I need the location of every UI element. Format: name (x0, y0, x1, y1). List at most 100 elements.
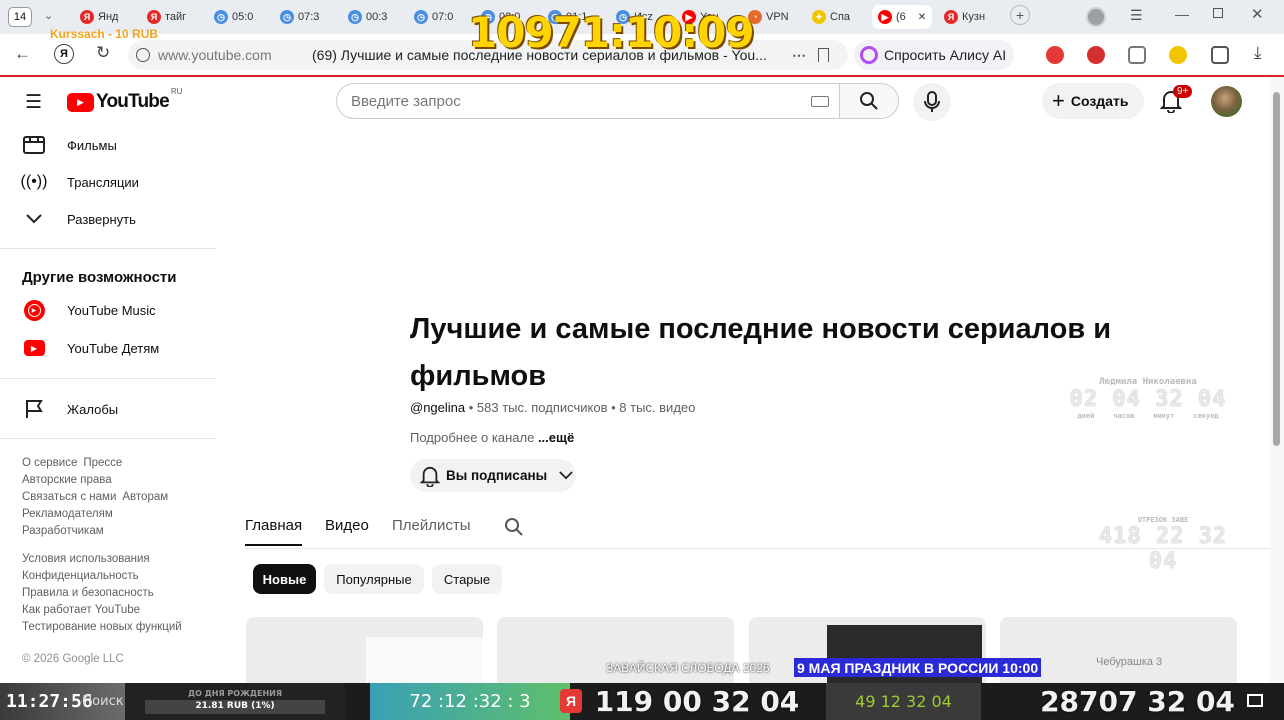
guide-menu-icon[interactable]: ☰ (25, 91, 42, 114)
create-button[interactable]: + Создать (1042, 83, 1144, 119)
sidebar-divider (0, 378, 216, 379)
tab-label: 07:3 (298, 11, 320, 23)
sidebar-item-expand[interactable]: Развернуть (0, 201, 216, 237)
voice-search-button[interactable] (913, 83, 951, 121)
search-button[interactable] (839, 83, 899, 119)
youtube-logo[interactable]: ▶ YouTube RU (67, 87, 182, 113)
collections-icon[interactable] (1128, 46, 1146, 64)
channel-search-icon[interactable] (504, 517, 524, 537)
sidebar-item-reports[interactable]: Жалобы (0, 391, 216, 427)
footer-link[interactable]: Связаться с нами (22, 491, 116, 503)
search-placeholder: Введите запрос (351, 92, 461, 110)
ask-alice-button[interactable]: Спросить Алису AI (854, 40, 1014, 70)
profile-avatar-icon[interactable] (1086, 7, 1106, 27)
thumbnail-preview (366, 637, 483, 687)
site-info-icon[interactable] (136, 48, 150, 62)
browser-tab[interactable]: ◔ VPN (748, 5, 789, 29)
abp-extension-icon[interactable] (1087, 46, 1105, 64)
channel-description[interactable]: Подробнее о канале ...ещё (410, 430, 574, 445)
footer-link[interactable]: Правила и безопасность (22, 587, 154, 599)
tab-favicon-icon: Я (80, 10, 94, 24)
sidebar-divider (0, 248, 216, 249)
tab-favicon-icon: ◷ (348, 10, 362, 24)
footer-link[interactable]: Авторские права (22, 474, 112, 486)
back-icon[interactable]: ← (14, 44, 31, 64)
footer-link[interactable]: Авторам (122, 491, 168, 503)
footer-link[interactable]: Конфиденциальность (22, 570, 139, 582)
footer-link[interactable]: Прессе (83, 457, 122, 469)
tab-playlists[interactable]: Плейлисты (392, 517, 471, 534)
countdown-bar-3: 49 12 32 04 (826, 683, 981, 720)
footer-link[interactable]: Тестирование новых функций (22, 621, 182, 633)
close-tab-icon[interactable]: ✕ (918, 12, 926, 23)
chip-oldest[interactable]: Старые (432, 564, 502, 594)
browser-tab[interactable]: ◷ 07:0 (414, 5, 453, 29)
tab-home[interactable]: Главная (245, 517, 303, 546)
sidebar-item-films[interactable]: Фильмы (0, 127, 216, 163)
video-thumbnail[interactable] (497, 617, 734, 687)
video-thumbnail[interactable] (246, 617, 483, 687)
yandex-taskbar-icon[interactable]: Я (560, 689, 582, 713)
footer-link[interactable]: Рекламодателям (22, 508, 113, 520)
new-tab-button[interactable]: + (1010, 5, 1030, 25)
more-icon[interactable]: ⋯ (792, 47, 806, 64)
yandex-home-icon[interactable]: Я (54, 44, 74, 64)
keyboard-icon[interactable] (811, 96, 829, 107)
tab-label: VPN (766, 11, 789, 23)
chip-popular[interactable]: Популярные (324, 564, 424, 594)
bookmark-icon[interactable] (818, 48, 829, 62)
restore-icon[interactable] (1213, 8, 1223, 18)
tab-count-button[interactable]: 14 (8, 7, 32, 27)
browser-tab[interactable]: ✦ Спа (812, 5, 850, 29)
notification-center-icon[interactable] (1247, 694, 1263, 707)
notifications-button[interactable]: 9+ (1159, 85, 1193, 118)
notifications-badge: 9+ (1173, 85, 1193, 98)
youtube-logo-text: YouTube (96, 91, 170, 112)
countdown-bar-1: 72 :12 :32 : 3 (370, 683, 570, 720)
footer-link[interactable]: Условия использования (22, 553, 150, 565)
tab-favicon-icon: ▶ (878, 10, 892, 24)
tab-videos[interactable]: Видео (325, 517, 369, 534)
youtube-music-icon: ▶ (22, 298, 46, 322)
sidebar-item-label: Развернуть (67, 211, 136, 227)
flag-icon (22, 397, 46, 421)
tab-favicon-icon: ◷ (214, 10, 228, 24)
footer-link[interactable]: О сервисе (22, 457, 77, 469)
sidebar-item-youtube-kids[interactable]: ▶ YouTube Детям (0, 330, 216, 366)
countdown-widget-1: Людмила Николаевна 02 04 32 04 дней часо… (1068, 377, 1228, 420)
download-icon[interactable]: ⤓ (1254, 43, 1262, 63)
reload-icon[interactable]: ↻ (96, 43, 110, 63)
footer-link[interactable]: Как работает YouTube (22, 604, 140, 616)
browser-tab[interactable]: ▶ (6 ✕ (872, 5, 933, 29)
alice-icon (860, 46, 878, 64)
browser-tab[interactable]: Я Кузн (944, 5, 985, 29)
minimize-icon[interactable]: — (1175, 6, 1189, 22)
scrollbar-thumb[interactable] (1273, 92, 1280, 446)
chip-newest[interactable]: Новые (253, 564, 316, 594)
ticker-far: Чебурашка 3 (1096, 656, 1163, 668)
menu-icon[interactable]: ☰ (1130, 7, 1143, 24)
close-window-icon[interactable]: ✕ (1251, 5, 1264, 23)
browser-tab[interactable]: ◷ 07:3 (280, 5, 319, 29)
extensions-puzzle-icon[interactable] (1211, 46, 1229, 64)
account-avatar[interactable] (1211, 86, 1242, 117)
sidebar-item-live[interactable]: ((•)) Трансляции (0, 164, 216, 200)
sidebar-item-youtube-music[interactable]: ▶ YouTube Music (0, 292, 216, 328)
subscribed-button[interactable]: Вы подписаны (410, 459, 576, 492)
taskbar-search[interactable]: Поиск (78, 683, 128, 720)
plus-icon: + (1052, 88, 1065, 113)
countdown-unit: дней (1077, 412, 1095, 420)
yellow-extension-icon[interactable] (1169, 46, 1187, 64)
about-more-link[interactable]: ...ещё (538, 430, 574, 445)
tab-label: 00:3 (366, 11, 388, 23)
tab-label: Спа (830, 11, 851, 23)
search-input[interactable]: Введите запрос (336, 83, 840, 119)
browser-tab[interactable]: ◷ 05:0 (214, 5, 253, 29)
subscriber-count: 583 тыс. подписчиков (476, 400, 608, 415)
tab-list-chevron-icon[interactable]: ⌄ (44, 9, 53, 22)
adblock-extension-icon[interactable] (1046, 46, 1064, 64)
footer-link[interactable]: Разработчикам (22, 525, 104, 537)
browser-tab[interactable]: Я Янд (80, 5, 118, 29)
browser-tab[interactable]: ◷ 00:3 (348, 5, 387, 29)
browser-tab[interactable]: Ятайг (147, 5, 186, 29)
